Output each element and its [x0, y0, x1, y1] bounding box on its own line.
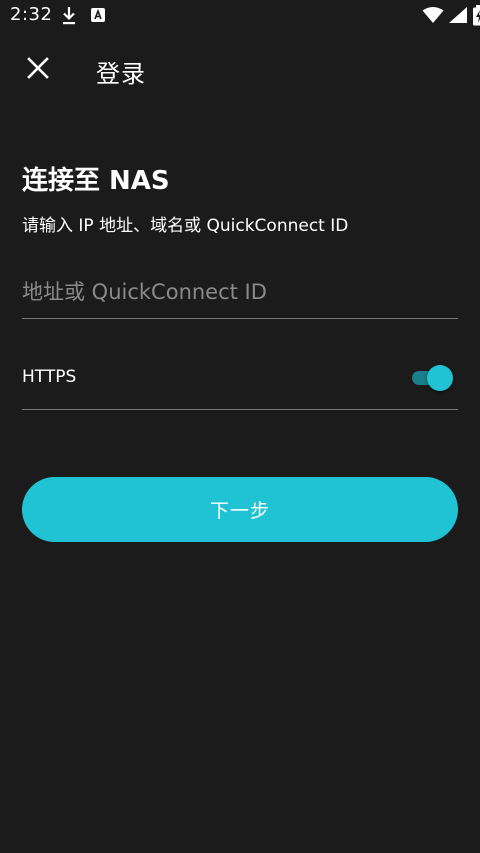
page-title: 登录	[96, 60, 146, 88]
toggle-thumb	[427, 365, 453, 391]
https-row[interactable]: HTTPS	[22, 348, 458, 410]
status-time: 2:32	[10, 4, 53, 25]
https-toggle[interactable]	[410, 363, 454, 391]
app-bar: 登录	[0, 32, 480, 108]
status-bar: 2:32	[0, 0, 480, 32]
notification-a-icon	[90, 6, 106, 26]
address-field	[22, 266, 458, 319]
address-input[interactable]	[22, 274, 458, 310]
close-button[interactable]	[16, 48, 60, 92]
connect-instructions: 请输入 IP 地址、域名或 QuickConnect ID	[22, 216, 349, 236]
next-button[interactable]: 下一步	[22, 477, 458, 542]
download-icon	[60, 6, 78, 30]
https-label: HTTPS	[22, 367, 77, 387]
close-icon	[27, 57, 49, 83]
connect-heading: 连接至 NAS	[22, 166, 170, 196]
